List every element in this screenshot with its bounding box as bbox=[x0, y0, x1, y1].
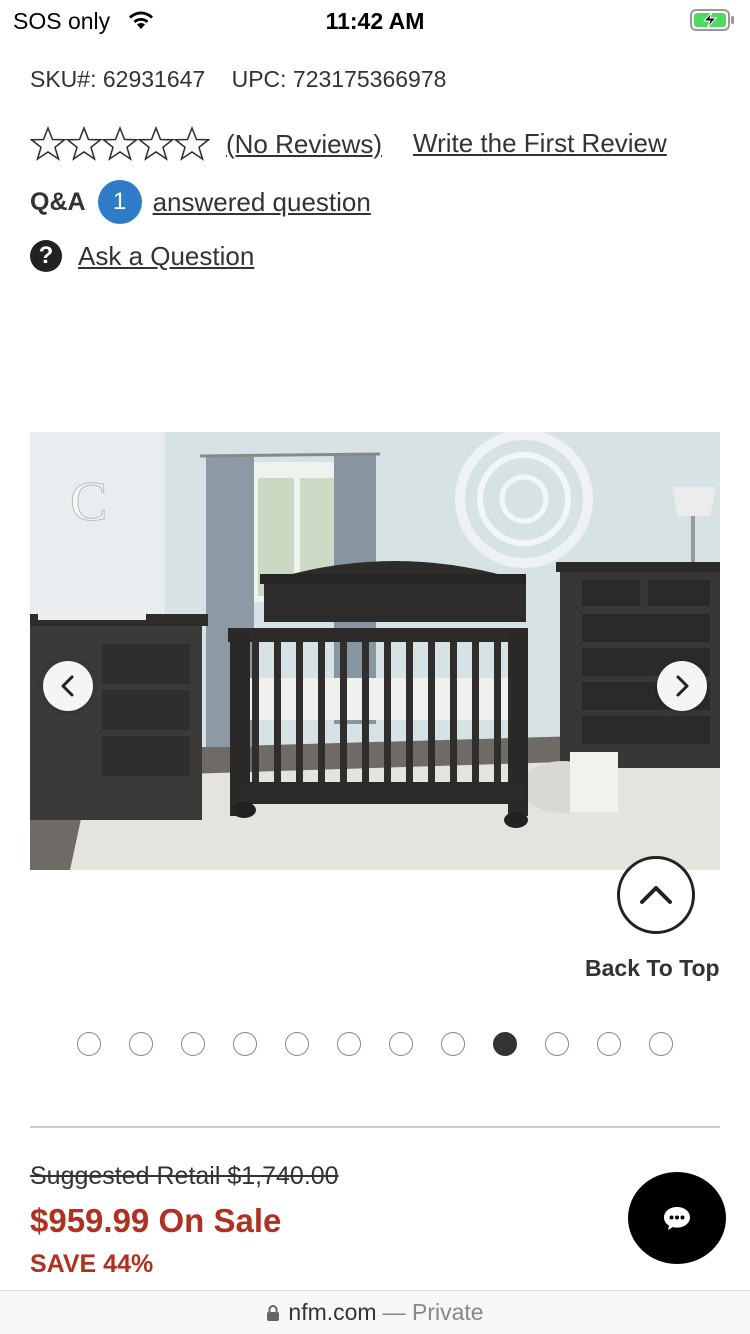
gallery-dot[interactable] bbox=[181, 1032, 205, 1056]
star-empty-icon bbox=[174, 126, 210, 161]
question-mark-icon: ? bbox=[30, 240, 62, 272]
star-empty-icon bbox=[102, 126, 138, 161]
browser-url-bar[interactable]: nfm.com — Private bbox=[0, 1290, 750, 1334]
product-ids: SKU#: 62931647 UPC: 723175366978 bbox=[30, 66, 446, 93]
gallery-dot[interactable] bbox=[441, 1032, 465, 1056]
ask-question-link[interactable]: Ask a Question bbox=[78, 241, 254, 272]
upc-label: UPC: 723175366978 bbox=[231, 66, 447, 92]
gallery-dot[interactable] bbox=[545, 1032, 569, 1056]
chevron-right-icon bbox=[676, 675, 689, 697]
star-rating bbox=[30, 126, 210, 162]
qa-row: Q&A 1 answered question bbox=[30, 180, 371, 224]
star-empty-icon bbox=[66, 126, 102, 161]
gallery-dot[interactable] bbox=[649, 1032, 673, 1056]
gallery-dot[interactable] bbox=[129, 1032, 153, 1056]
battery-charging-icon bbox=[690, 9, 734, 31]
svg-text:C: C bbox=[70, 471, 107, 533]
gallery-prev-button[interactable] bbox=[43, 661, 93, 711]
sale-price: $959.99 On Sale bbox=[30, 1202, 282, 1239]
gallery-dot[interactable] bbox=[285, 1032, 309, 1056]
reviews-row: (No Reviews) bbox=[30, 122, 382, 166]
back-to-top-label[interactable]: Back To Top bbox=[585, 955, 720, 982]
nursery-crib-photo: C bbox=[30, 432, 720, 870]
status-bar: SOS only 11:42 AM bbox=[0, 0, 750, 40]
lock-icon bbox=[267, 1304, 280, 1321]
chevron-left-icon bbox=[61, 675, 74, 697]
url-host: nfm.com bbox=[288, 1299, 377, 1325]
ask-question-row[interactable]: ? Ask a Question bbox=[30, 238, 254, 274]
suggested-retail-price: Suggested Retail $1,740.00 bbox=[30, 1162, 339, 1190]
chevron-up-icon bbox=[640, 886, 672, 904]
gallery-dot[interactable] bbox=[389, 1032, 413, 1056]
answered-question-link[interactable]: answered question bbox=[153, 187, 371, 218]
write-review-link[interactable]: Write the First Review bbox=[413, 128, 667, 159]
gallery-next-button[interactable] bbox=[657, 661, 707, 711]
back-to-top-button[interactable] bbox=[617, 856, 695, 934]
gallery-dot[interactable] bbox=[597, 1032, 621, 1056]
gallery-dot[interactable] bbox=[493, 1032, 517, 1056]
sku-label: SKU#: 62931647 bbox=[30, 66, 206, 92]
qa-label: Q&A bbox=[30, 187, 86, 216]
divider bbox=[30, 1126, 720, 1128]
chat-button[interactable] bbox=[628, 1172, 726, 1264]
gallery-pagination bbox=[77, 1032, 701, 1056]
star-empty-icon bbox=[30, 126, 66, 161]
product-image[interactable]: C bbox=[30, 432, 720, 870]
gallery-dot[interactable] bbox=[77, 1032, 101, 1056]
private-mode-label: — Private bbox=[382, 1299, 484, 1325]
gallery-dot[interactable] bbox=[337, 1032, 361, 1056]
savings-label: SAVE 44% bbox=[30, 1250, 154, 1278]
chat-bubble-icon bbox=[664, 1207, 690, 1230]
qa-count-badge: 1 bbox=[97, 180, 142, 224]
no-reviews-link[interactable]: (No Reviews) bbox=[226, 129, 382, 160]
gallery-dot[interactable] bbox=[233, 1032, 257, 1056]
clock: 11:42 AM bbox=[325, 8, 425, 34]
star-empty-icon bbox=[138, 126, 174, 161]
